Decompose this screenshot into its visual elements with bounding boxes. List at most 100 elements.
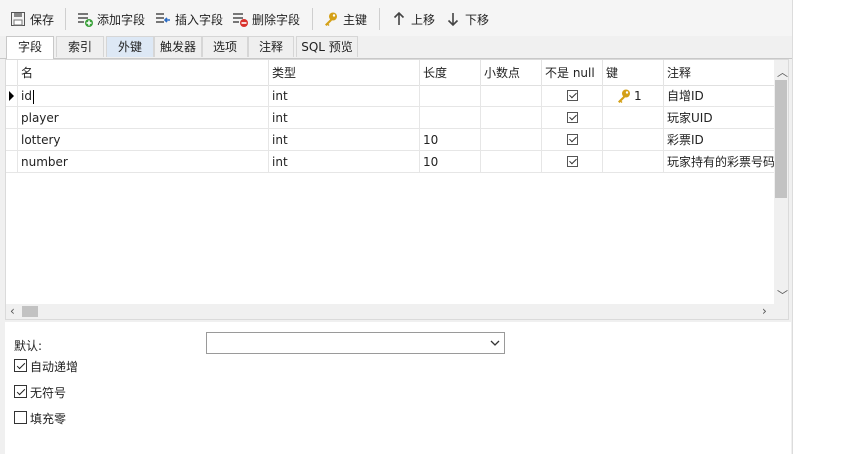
insert-field-button[interactable]: 插入字段 xyxy=(155,9,223,29)
zerofill-label: 填充零 xyxy=(30,412,67,426)
header-length[interactable]: 长度 xyxy=(420,60,481,85)
toolbar: 保存 添加字段 插入字段 删除字段 主键 上移 下移 xyxy=(0,0,792,36)
horizontal-scroll-thumb[interactable] xyxy=(22,306,38,317)
key-icon xyxy=(616,88,632,107)
cell-key[interactable]: 1 xyxy=(603,85,664,107)
header-key[interactable]: 键 xyxy=(603,60,664,85)
vertical-scroll-thumb[interactable] xyxy=(775,80,787,198)
cell-key[interactable] xyxy=(603,151,664,173)
header-decimal[interactable]: 小数点 xyxy=(481,60,542,85)
zerofill-checkbox[interactable] xyxy=(14,411,27,424)
unsigned-checkbox[interactable] xyxy=(14,385,27,398)
row-indicator xyxy=(6,85,18,107)
row-indicator xyxy=(6,151,18,173)
cell-not-null[interactable] xyxy=(542,85,603,107)
default-value-select[interactable] xyxy=(206,332,505,354)
tab-triggers[interactable]: 触发器 xyxy=(154,36,202,57)
arrow-up-icon xyxy=(391,11,407,27)
cell-key[interactable] xyxy=(603,107,664,129)
save-icon xyxy=(10,11,26,27)
tab-options[interactable]: 选项 xyxy=(202,36,248,57)
row-indicator xyxy=(6,107,18,129)
table-row[interactable]: number int 10 玩家持有的彩票号码 xyxy=(6,151,776,173)
cell-name[interactable]: number xyxy=(18,151,269,173)
move-down-label: 下移 xyxy=(465,12,490,27)
tab-bar: 字段 索引 外键 触发器 选项 注释 SQL 预览 xyxy=(0,36,792,59)
save-button[interactable]: 保存 xyxy=(10,9,54,29)
fields-grid: 名 类型 长度 小数点 不是 null 键 注释 id int 1 自增ID p… xyxy=(5,59,789,320)
tab-indexes[interactable]: 索引 xyxy=(56,36,104,57)
scroll-right-icon[interactable]: › xyxy=(762,304,767,318)
toolbar-separator xyxy=(312,8,313,30)
header-not-null[interactable]: 不是 null xyxy=(542,60,603,85)
unsigned-label: 无符号 xyxy=(30,386,67,400)
not-null-checkbox[interactable] xyxy=(567,134,578,145)
key-order: 1 xyxy=(634,89,642,103)
default-label: 默认: xyxy=(14,339,43,353)
horizontal-scrollbar[interactable]: ‹ › xyxy=(6,304,788,319)
cell-type[interactable]: int xyxy=(269,107,420,129)
cell-not-null[interactable] xyxy=(542,151,603,173)
table-designer-window: 保存 添加字段 插入字段 删除字段 主键 上移 下移 字段 索引 外键 触发器 … xyxy=(0,0,793,454)
cell-comment[interactable]: 玩家UID xyxy=(664,107,776,129)
not-null-checkbox[interactable] xyxy=(567,90,578,101)
cell-length[interactable] xyxy=(420,107,481,129)
row-indicator xyxy=(6,129,18,151)
grid-header: 名 类型 长度 小数点 不是 null 键 注释 xyxy=(6,60,776,86)
cell-decimal[interactable] xyxy=(481,107,542,129)
tab-sql-preview[interactable]: SQL 预览 xyxy=(296,36,358,57)
save-label: 保存 xyxy=(30,12,55,27)
tab-fields[interactable]: 字段 xyxy=(6,36,54,59)
cell-comment[interactable]: 彩票ID xyxy=(664,129,776,151)
cell-name[interactable]: player xyxy=(18,107,269,129)
primary-key-label: 主键 xyxy=(343,12,368,27)
table-row[interactable]: lottery int 10 彩票ID xyxy=(6,129,776,151)
scroll-left-icon[interactable]: ‹ xyxy=(10,304,15,318)
cell-length[interactable]: 10 xyxy=(420,151,481,173)
auto-increment-checkbox[interactable] xyxy=(14,359,27,372)
cell-length[interactable]: 10 xyxy=(420,129,481,151)
not-null-checkbox[interactable] xyxy=(567,112,578,123)
arrow-down-icon xyxy=(445,11,461,27)
primary-key-button[interactable]: 主键 xyxy=(323,9,367,29)
chevron-down-icon xyxy=(490,337,500,351)
vertical-scrollbar[interactable]: ︿ ﹀ xyxy=(774,60,788,305)
toolbar-separator xyxy=(65,8,66,30)
header-type[interactable]: 类型 xyxy=(269,60,420,85)
cell-not-null[interactable] xyxy=(542,129,603,151)
cell-type[interactable]: int xyxy=(269,85,420,107)
table-row[interactable]: player int 玩家UID xyxy=(6,107,776,129)
toolbar-separator xyxy=(379,8,380,30)
scroll-up-icon[interactable]: ︿ xyxy=(777,64,788,80)
cell-not-null[interactable] xyxy=(542,107,603,129)
cell-comment[interactable]: 自增ID xyxy=(664,85,776,107)
move-up-button[interactable]: 上移 xyxy=(391,9,435,29)
cell-name[interactable]: lottery xyxy=(18,129,269,151)
delete-field-button[interactable]: 删除字段 xyxy=(232,9,300,29)
cell-decimal[interactable] xyxy=(481,151,542,173)
move-down-button[interactable]: 下移 xyxy=(445,9,489,29)
add-field-button[interactable]: 添加字段 xyxy=(77,9,145,29)
delete-field-label: 删除字段 xyxy=(252,12,301,27)
tab-foreign-keys[interactable]: 外键 xyxy=(106,36,154,57)
cell-decimal[interactable] xyxy=(481,129,542,151)
add-field-icon xyxy=(77,11,93,27)
cell-decimal[interactable] xyxy=(481,85,542,107)
key-icon xyxy=(323,11,339,27)
not-null-checkbox[interactable] xyxy=(567,156,578,167)
row-indicator-header xyxy=(6,60,18,85)
cell-type[interactable]: int xyxy=(269,151,420,173)
cell-name[interactable]: id xyxy=(18,85,269,107)
header-comment[interactable]: 注释 xyxy=(664,60,776,85)
tab-comment[interactable]: 注释 xyxy=(248,36,294,57)
cell-comment[interactable]: 玩家持有的彩票号码 xyxy=(664,151,776,173)
table-row[interactable]: id int 1 自增ID xyxy=(6,85,776,107)
insert-field-icon xyxy=(155,11,171,27)
header-name[interactable]: 名 xyxy=(18,60,269,85)
scroll-down-icon[interactable]: ﹀ xyxy=(777,287,788,303)
cell-key[interactable] xyxy=(603,129,664,151)
add-field-label: 添加字段 xyxy=(97,12,146,27)
auto-increment-label: 自动递增 xyxy=(30,360,79,374)
cell-type[interactable]: int xyxy=(269,129,420,151)
cell-length[interactable] xyxy=(420,85,481,107)
